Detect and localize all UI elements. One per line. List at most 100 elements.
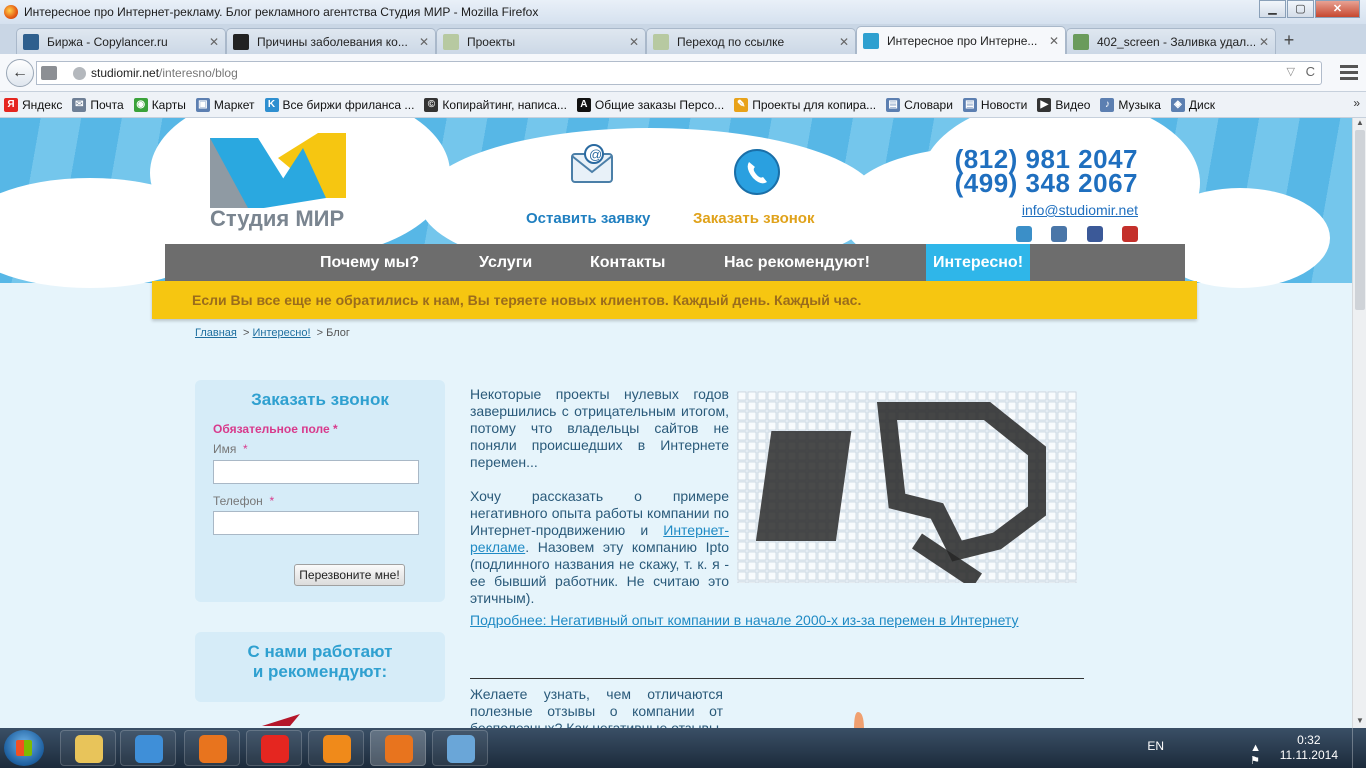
browser-tab[interactable]: 402_screen - Заливка удал... ✕	[1066, 28, 1276, 54]
facebook-social-icon[interactable]	[1087, 226, 1103, 242]
phone-field[interactable]	[213, 511, 419, 535]
maximize-button[interactable]: ▢	[1287, 0, 1314, 18]
browser-tab[interactable]: Причины заболевания ко... ✕	[226, 28, 436, 54]
bookmark-item[interactable]: ✎ Проекты для копира...	[734, 97, 876, 112]
video-icon: ▶	[1037, 97, 1052, 112]
firefox-icon	[385, 735, 413, 763]
scroll-down-icon[interactable]: ▼	[1353, 716, 1366, 728]
url-host: studiomir.net	[91, 66, 160, 80]
taskbar-app-button[interactable]	[184, 730, 240, 766]
menu-interesting[interactable]: Интересно!	[926, 244, 1031, 281]
vk-social-icon[interactable]	[1051, 226, 1067, 242]
language-indicator[interactable]: EN	[1147, 739, 1164, 753]
bookmark-item[interactable]: K Все биржи фриланса ...	[264, 97, 414, 112]
callback-form: Заказать звонок Обязательное поле * Имя …	[195, 380, 445, 602]
bookmark-item[interactable]: ▤ Новости	[962, 97, 1027, 112]
bookmark-item[interactable]: ◉ Карты	[133, 97, 186, 112]
email-link[interactable]: info@studiomir.net	[1022, 202, 1138, 218]
reload-icon[interactable]: C	[1306, 64, 1315, 79]
menu-contacts[interactable]: Контакты	[590, 244, 665, 281]
address-bar[interactable]: studiomir.net/interesno/blog ▽ C	[36, 61, 1322, 85]
tab-label: 402_screen - Заливка удал...	[1097, 34, 1255, 49]
scroll-up-icon[interactable]: ▲	[1353, 118, 1366, 130]
close-window-button[interactable]: ✕	[1315, 0, 1360, 18]
tab-close-icon[interactable]: ✕	[1049, 34, 1059, 48]
window-title: Интересное про Интернет-рекламу. Блог ре…	[24, 5, 539, 19]
request-link[interactable]: Оставить заявку	[526, 210, 650, 227]
media-player-icon	[135, 735, 163, 763]
new-tab-button[interactable]: +	[1276, 28, 1302, 54]
clock[interactable]: 0:32 11.11.2014	[1280, 733, 1338, 763]
bookmark-item[interactable]: Я Яндекс	[4, 97, 62, 112]
url-text[interactable]: studiomir.net/interesno/blog	[91, 66, 238, 80]
start-button[interactable]	[4, 730, 44, 766]
tab-close-icon[interactable]: ✕	[209, 35, 219, 49]
tray-icons[interactable]: ▲ ⚑ ▣ ◄	[1250, 742, 1270, 768]
bookmark-item[interactable]: ▣ Маркет	[195, 97, 255, 112]
menu-services[interactable]: Услуги	[479, 244, 532, 281]
avast-icon	[323, 735, 351, 763]
menu-recommend[interactable]: Нас рекомендуют!	[724, 244, 870, 281]
bookmark-item[interactable]: ♪ Музыка	[1100, 97, 1161, 112]
show-desktop-button[interactable]	[1352, 728, 1366, 768]
browser-tab[interactable]: Переход по ссылке ✕	[646, 28, 856, 54]
bookmark-label: Общие заказы Персо...	[594, 97, 725, 112]
hamburger-menu-icon[interactable]	[1340, 62, 1358, 80]
main-menu: Почему мы? Услуги Контакты Нас рекоменду…	[165, 244, 1185, 281]
tab-close-icon[interactable]: ✕	[629, 35, 639, 49]
back-button[interactable]: ←	[6, 59, 34, 87]
window-controls: ▁ ▢ ✕	[1258, 0, 1360, 18]
browser-tab[interactable]: Интересное про Интерне... ✕	[856, 26, 1066, 54]
bookmark-item[interactable]: ◈ Диск	[1170, 97, 1215, 112]
navigation-toolbar: ← studiomir.net/interesno/blog ▽ C	[0, 54, 1366, 92]
partner-logo-partial	[262, 714, 300, 726]
name-field[interactable]	[213, 460, 419, 484]
email-envelope-icon[interactable]: @	[566, 140, 618, 192]
bookmark-item[interactable]: ✉ Почта	[72, 97, 124, 112]
taskbar-app-button[interactable]	[370, 730, 426, 766]
browser-tab[interactable]: Биржа - Copylancer.ru ✕	[16, 28, 226, 54]
partners-title-line2: и рекомендуют:	[252, 662, 388, 681]
camera-social-icon[interactable]	[1016, 226, 1032, 242]
breadcrumb-interesting[interactable]: Интересно!	[253, 327, 311, 339]
page-list-icon[interactable]	[41, 66, 57, 80]
bookmark-item[interactable]: ▶ Видео	[1037, 97, 1090, 112]
phone-icon[interactable]	[731, 146, 783, 198]
freelance-icon: K	[264, 97, 279, 112]
tab-close-icon[interactable]: ✕	[1259, 35, 1269, 49]
breadcrumb-home[interactable]: Главная	[195, 327, 237, 339]
menu-why-us[interactable]: Почему мы?	[320, 244, 419, 281]
puzzle-favicon	[653, 33, 669, 50]
taskbar-app-button[interactable]	[432, 730, 488, 766]
minimize-button[interactable]: ▁	[1259, 0, 1286, 18]
breadcrumb-current: > Блог	[316, 327, 350, 339]
browser-tab[interactable]: Проекты ✕	[436, 28, 646, 54]
youtube-social-icon[interactable]	[1122, 226, 1138, 242]
tab-close-icon[interactable]: ✕	[419, 35, 429, 49]
history-dropdown-icon[interactable]: ▽	[1287, 65, 1295, 78]
taskbar-app-button[interactable]	[246, 730, 302, 766]
copylancer-icon	[23, 33, 39, 50]
breadcrumb-separator: >	[243, 327, 250, 339]
bookmark-label: Копирайтинг, написа...	[442, 97, 567, 112]
bookmark-item[interactable]: ▤ Словари	[886, 97, 953, 112]
phone-label: Телефон *	[213, 494, 274, 508]
call-link[interactable]: Заказать звонок	[693, 210, 814, 227]
read-more-link[interactable]: Подробнее: Негативный опыт компании в на…	[470, 612, 1018, 628]
bookmark-label: Музыка	[1118, 97, 1161, 112]
required-star: *	[269, 494, 275, 508]
taskbar-app-button[interactable]	[60, 730, 116, 766]
firefox-icon	[199, 735, 227, 763]
taskbar-app-button[interactable]	[308, 730, 364, 766]
tab-label: Интересное про Интерне...	[887, 33, 1038, 48]
taskbar-app-button[interactable]	[120, 730, 176, 766]
scrollbar-thumb[interactable]	[1355, 130, 1365, 310]
bookmarks-overflow-icon[interactable]: »	[1353, 96, 1360, 110]
article-excerpt: Некоторые проекты нулевых годов завершил…	[470, 386, 729, 624]
tab-close-icon[interactable]: ✕	[839, 35, 849, 49]
bookmark-item[interactable]: A Общие заказы Персо...	[576, 97, 725, 112]
page-scrollbar[interactable]: ▲ ▼	[1352, 118, 1366, 728]
callback-submit-button[interactable]: Перезвоните мне!	[294, 564, 405, 586]
globe-icon[interactable]	[73, 67, 86, 80]
bookmark-item[interactable]: © Копирайтинг, написа...	[424, 97, 567, 112]
